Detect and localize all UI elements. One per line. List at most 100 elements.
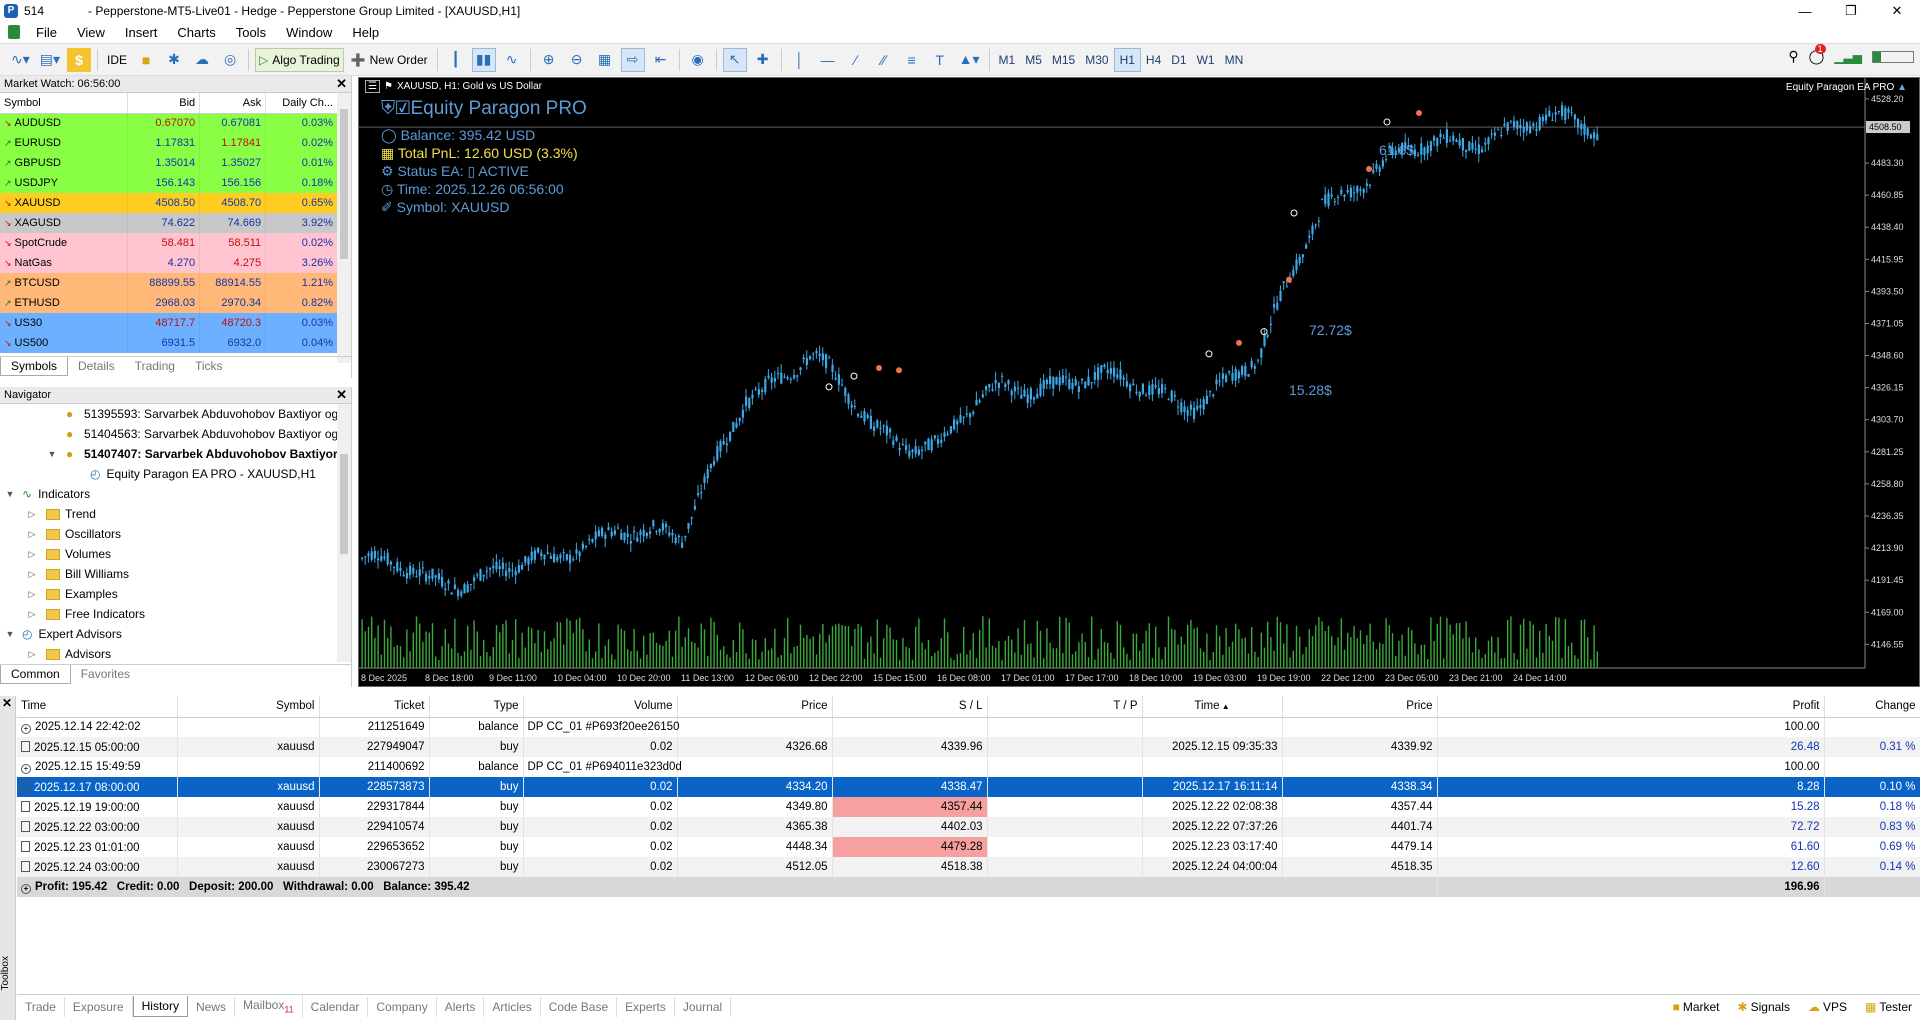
text-icon[interactable]: T [928,48,952,72]
tab-alerts[interactable]: Alerts [437,996,485,1017]
tab-journal[interactable]: Journal [675,996,732,1017]
tf-m15[interactable]: M15 [1047,48,1080,72]
tf-m30[interactable]: M30 [1080,48,1113,72]
col-time-header[interactable]: Time [17,696,178,718]
chart-canvas[interactable]: 4528.20 4483.30 4460.85 4438.40 4415.95 4393.… [359,78,1919,686]
tab-code-base[interactable]: Code Base [541,996,618,1017]
toolbox-vps[interactable]: ☁ VPS [1808,1000,1847,1014]
account-item-active[interactable]: ▼ ● 51407407: Sarvarbek Abduvohobov Baxtiy… [0,444,351,464]
new-order-button[interactable]: ➕ New Order [348,48,431,72]
folder-volumes[interactable]: ▷ Volumes [0,544,351,564]
cursor-icon[interactable]: ↖ [722,47,747,72]
folder-free-indicators[interactable]: ▷ Free Indicators [0,604,351,624]
community-icon[interactable]: ◎ [218,48,242,72]
zoom-out-icon[interactable]: ⊖ [565,48,589,72]
account-item[interactable]: ● 51395593: Sarvarbek Abduvohobov Baxtiyo… [0,404,351,424]
col-volume-header[interactable]: Volume [523,696,678,718]
menu-file[interactable]: File [26,25,67,40]
tab-company[interactable]: Company [368,996,437,1017]
market-watch-row[interactable]: ↘ XAGUSD 74.622 74.669 3.92% [0,213,338,233]
market-watch-row[interactable]: ↗ USDJPY 156.143 156.156 0.18% [0,173,338,193]
tf-d1[interactable]: D1 [1166,48,1191,72]
market-watch-row[interactable]: ↗ GBPUSD 1.35014 1.35027 0.01% [0,153,338,173]
nav-expert-advisors[interactable]: ▼ ◴ Expert Advisors [0,624,351,644]
history-row[interactable]: 2025.12.17 08:00:00 xauusd 228573873 buy 0.0… [17,777,1920,797]
history-row[interactable]: 2025.12.23 01:01:00 xauusd 229653652 buy 0.0… [17,837,1920,857]
scrollbar[interactable] [337,404,351,662]
market-watch-row[interactable]: ↘ SpotCrude 58.481 58.511 0.02% [0,233,338,253]
tab-ticks[interactable]: Ticks [185,357,233,376]
menu-view[interactable]: View [67,25,115,40]
history-row[interactable]: +2025.12.14 22:42:02 211251649 balance DP C… [17,717,1920,737]
vps-icon[interactable]: ☁ [190,48,214,72]
price-chart[interactable]: 4528.20 4483.30 4460.85 4438.40 4415.95 4393.… [358,77,1920,687]
templates-icon[interactable]: ▤▾ [37,48,63,72]
col-ticket-header[interactable]: Ticket [319,696,430,718]
chart-type-icon[interactable]: ∿▾ [8,48,33,72]
close-icon[interactable]: ✕ [2,696,12,710]
ea-item[interactable]: ◴ Equity Paragon EA PRO - XAUUSD,H1 [0,464,351,484]
menu-insert[interactable]: Insert [115,25,168,40]
maximize-icon[interactable]: ❐ [1828,0,1874,22]
tab-news[interactable]: News [188,996,235,1017]
history-row[interactable]: +2025.12.15 15:49:59 211400692 balance DP C… [17,757,1920,777]
col-price-header[interactable]: Price [677,696,833,718]
search-icon[interactable]: ⚲ [1788,48,1798,65]
chevron-down-icon[interactable]: ▼ [46,449,58,459]
tf-h4[interactable]: H4 [1141,48,1166,72]
chevron-down-icon[interactable]: ▼ [4,629,16,639]
candlestick-icon[interactable]: ▮▮ [471,47,496,72]
market-watch-row[interactable]: ↘ AUDUSD 0.67070 0.67081 0.03% [0,113,338,133]
market-icon[interactable]: ■ [134,48,158,72]
tab-symbols[interactable]: Symbols [0,357,69,376]
vertical-line-icon[interactable]: │ [788,48,812,72]
zoom-in-icon[interactable]: ⊕ [537,48,561,72]
nav-indicators[interactable]: ▼ ∿ Indicators [0,484,351,504]
chevron-right-icon[interactable]: ▷ [26,569,38,580]
col-bid[interactable]: Bid [127,93,201,114]
market-watch-row[interactable]: ↘ XAUUSD 4508.50 4508.70 0.65% [0,193,338,213]
folder-bill-williams[interactable]: ▷ Bill Williams [0,564,351,584]
folder-oscillators[interactable]: ▷ Oscillators [0,524,351,544]
col-type-header[interactable]: Type [429,696,524,718]
history-row[interactable]: 2025.12.15 05:00:00 xauusd 227949047 buy 0.0… [17,737,1920,757]
fibonacci-icon[interactable]: ≡ [900,48,924,72]
tf-m5[interactable]: M5 [1020,48,1047,72]
account-item[interactable]: ● 51404563: Sarvarbek Abduvohobov Baxtiyo… [0,424,351,444]
toolbox-signals[interactable]: ✱ Signals [1738,1000,1790,1014]
close-icon[interactable]: ✕ [336,76,347,92]
tab-experts[interactable]: Experts [617,996,675,1017]
market-watch-row[interactable]: ↘ NatGas 4.270 4.275 3.26% [0,253,338,273]
menu-help[interactable]: Help [342,25,389,40]
bar-chart-icon[interactable]: ┃ [444,48,468,72]
chart-menu-icon[interactable]: ☰ [365,80,380,93]
channel-icon[interactable]: ∕∕ [872,48,896,72]
horizontal-line-icon[interactable]: — [816,48,840,72]
chevron-right-icon[interactable]: ▷ [26,509,38,520]
folder-advisors[interactable]: ▷ Advisors [0,644,351,664]
tab-details[interactable]: Details [68,357,125,376]
tab-exposure[interactable]: Exposure [65,996,133,1017]
chevron-down-icon[interactable]: ▼ [4,489,16,499]
notifications-icon[interactable]: ◯ 1 [1809,44,1826,65]
chevron-right-icon[interactable]: ▷ [26,549,38,560]
line-chart-icon[interactable]: ∿ [500,48,524,72]
tf-w1[interactable]: W1 [1192,48,1220,72]
folder-examples[interactable]: ▷ Examples [0,584,351,604]
folder-trend[interactable]: ▷ Trend [0,504,351,524]
market-watch-row[interactable]: ↗ ETHUSD 2968.03 2970.34 0.82% [0,293,338,313]
tab-common[interactable]: Common [0,665,71,684]
autoscroll-icon[interactable]: ⇨ [620,47,645,72]
tab-mailbox[interactable]: Mailbox11 [235,995,303,1018]
col-change-header[interactable]: Change [1824,696,1920,718]
ide-button[interactable]: IDE [104,48,130,72]
crosshair-icon[interactable]: ✚ [751,48,775,72]
market-watch-row[interactable]: ↘ US30 48717.7 48720.3 0.03% [0,313,338,333]
menu-tools[interactable]: Tools [226,25,276,40]
signals-icon[interactable]: ✱ [162,48,186,72]
tf-m1[interactable]: M1 [994,48,1021,72]
algo-trading-button[interactable]: ▷ Algo Trading [255,47,344,72]
chevron-right-icon[interactable]: ▷ [26,649,38,660]
history-row[interactable]: 2025.12.22 03:00:00 xauusd 229410574 buy 0.0… [17,817,1920,837]
chevron-right-icon[interactable]: ▷ [26,609,38,620]
